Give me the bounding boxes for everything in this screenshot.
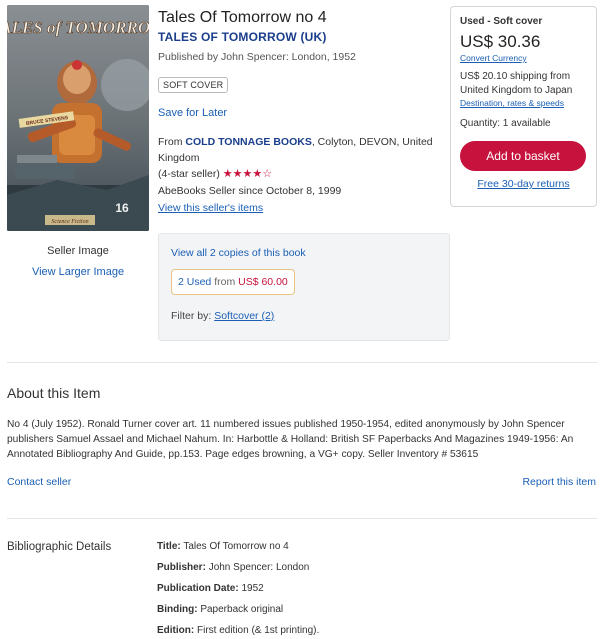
biblio-key: Publication Date: xyxy=(157,583,239,594)
divider xyxy=(7,362,597,363)
biblio-key: Title: xyxy=(157,541,181,552)
report-item-link[interactable]: Report this item xyxy=(522,476,596,488)
bibliographic-heading: Bibliographic Details xyxy=(7,541,112,553)
view-larger-image-link[interactable]: View Larger Image xyxy=(7,266,149,278)
biblio-value: John Spencer: London xyxy=(208,562,310,573)
quantity-available: Quantity: 1 available xyxy=(460,118,551,129)
filter-line: Filter by: Softcover (2) xyxy=(171,310,437,322)
seller-rating: (4-star seller) ★★★★☆ xyxy=(158,166,443,183)
seller-since: AbeBooks Seller since October 8, 1999 xyxy=(158,185,342,197)
bibliographic-details: Title: Tales Of Tomorrow no 4 Publisher:… xyxy=(157,540,319,639)
from-word: from xyxy=(214,276,236,288)
filter-label: Filter by: xyxy=(171,310,212,322)
used-copies-chip[interactable]: 2 Used from US$ 60.00 xyxy=(171,269,295,295)
publisher-line: Published by John Spencer: London, 1952 xyxy=(158,51,356,63)
condition-label: Used - Soft cover xyxy=(460,16,543,27)
seller-from-line: From COLD TONNAGE BOOKS, Colyton, DEVON,… xyxy=(158,134,443,166)
about-heading: About this Item xyxy=(7,385,101,401)
biblio-key: Edition: xyxy=(157,625,195,636)
seller-rating-label: (4-star seller) xyxy=(158,168,220,180)
book-cover-image[interactable]: TALES of TOMORROW BRUCE STEVENS 16 Scien… xyxy=(7,5,149,231)
book-title: Tales Of Tomorrow no 4 xyxy=(158,9,327,26)
biblio-row-title: Title: Tales Of Tomorrow no 4 xyxy=(157,540,319,561)
seller-name-link[interactable]: COLD TONNAGE BOOKS xyxy=(185,136,311,148)
biblio-key: Publisher: xyxy=(157,562,206,573)
from-prefix: From xyxy=(158,136,183,148)
biblio-row-edition: Edition: First edition (& 1st printing). xyxy=(157,624,319,639)
price: US$ 30.36 xyxy=(460,32,541,51)
used-from-price: US$ 60.00 xyxy=(238,276,288,288)
biblio-value: 1952 xyxy=(241,583,264,594)
convert-currency-link[interactable]: Convert Currency xyxy=(460,53,587,63)
biblio-row-binding: Binding: Paperback original xyxy=(157,603,319,624)
cover-imprint-text: Science Fiction xyxy=(51,219,88,225)
star-rating-icon: ★★★★☆ xyxy=(222,168,273,180)
cover-art: TALES of TOMORROW BRUCE STEVENS 16 Scien… xyxy=(7,5,149,231)
biblio-row-publication-date: Publication Date: 1952 xyxy=(157,582,319,603)
biblio-value: First edition (& 1st printing). xyxy=(197,625,320,636)
destination-rates-link[interactable]: Destination, rates & speeds xyxy=(460,98,587,108)
shipping-info: US$ 20.10 shipping from United Kingdom t… xyxy=(460,71,573,96)
cover-number-text: 16 xyxy=(115,201,129,215)
biblio-key: Binding: xyxy=(157,604,198,615)
add-to-basket-button[interactable]: Add to basket xyxy=(460,141,586,171)
buy-box: Used - Soft cover US$ 30.36 Convert Curr… xyxy=(450,6,597,207)
free-returns-link[interactable]: Free 30-day returns xyxy=(460,178,587,190)
save-for-later-link[interactable]: Save for Later xyxy=(158,107,443,119)
contact-seller-link[interactable]: Contact seller xyxy=(7,476,71,488)
biblio-row-publisher: Publisher: John Spencer: London xyxy=(157,561,319,582)
about-description: No 4 (July 1952). Ronald Turner cover ar… xyxy=(7,419,574,460)
biblio-value: Tales Of Tomorrow no 4 xyxy=(183,541,289,552)
seller-image-label: Seller Image xyxy=(47,245,109,257)
binding-badge: SOFT COVER xyxy=(158,77,229,93)
biblio-value: Paperback original xyxy=(200,604,284,615)
other-copies-panel: View all 2 copies of this book 2 Used fr… xyxy=(158,233,450,341)
product-details: Tales Of Tomorrow no 4 TALES OF TOMORROW… xyxy=(158,8,443,217)
divider xyxy=(7,518,597,519)
view-all-copies-link[interactable]: View all 2 copies of this book xyxy=(171,247,306,259)
book-author[interactable]: TALES OF TOMORROW (UK) xyxy=(158,30,443,44)
filter-softcover-link[interactable]: Softcover (2) xyxy=(214,310,274,322)
view-seller-items-link[interactable]: View this seller's items xyxy=(158,202,263,214)
used-count: 2 Used xyxy=(178,276,212,288)
cover-title-text: TALES of TOMORROW xyxy=(7,18,149,37)
